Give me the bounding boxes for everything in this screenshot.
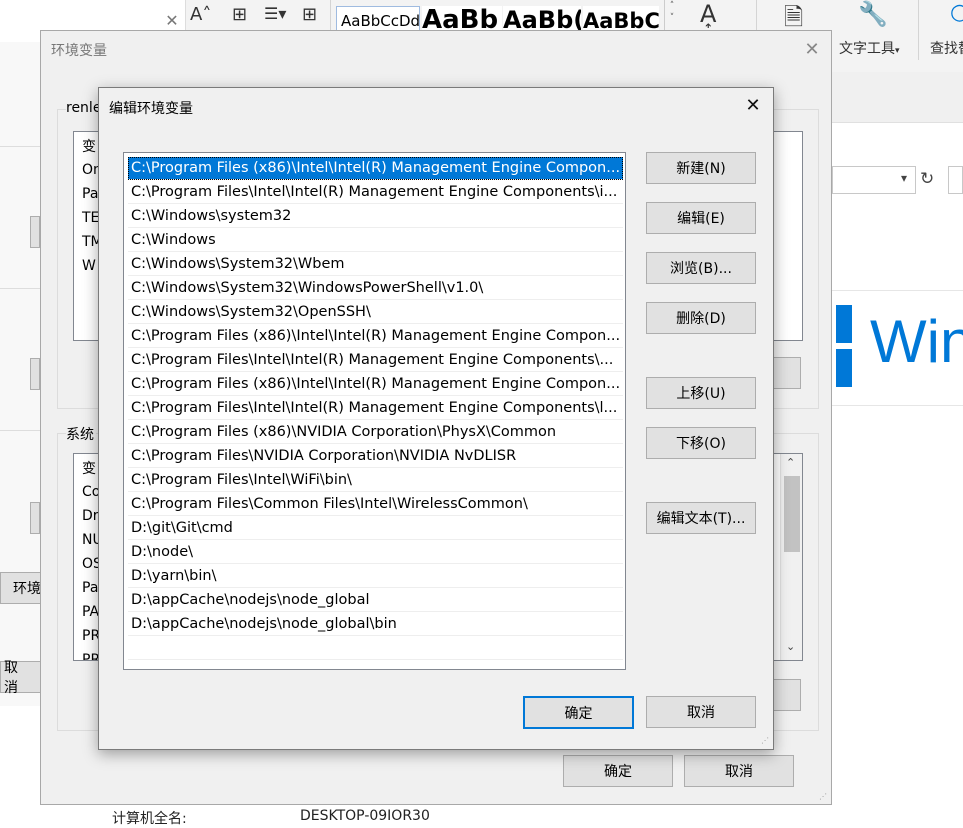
env-window-title: 环境变量 [51, 43, 107, 59]
windows-wordmark: Win [870, 308, 963, 375]
user-var-row[interactable]: Pa [82, 186, 98, 202]
ribbon-close-icon[interactable]: ✕ [163, 12, 181, 30]
path-list-empty-item[interactable] [128, 637, 623, 660]
windows-logo-area: Win [832, 290, 963, 406]
settings-search-box[interactable] [948, 166, 963, 194]
path-list-item[interactable]: C:\Windows [128, 229, 623, 252]
system-var-row[interactable]: Pa [82, 580, 98, 596]
path-list-item[interactable]: C:\Program Files\Common Files\Intel\Wire… [128, 493, 623, 516]
env-cancel-button[interactable]: 取消 [684, 755, 794, 787]
path-list-item[interactable]: D:\git\Git\cmd [128, 517, 623, 540]
path-list[interactable]: C:\Program Files (x86)\Intel\Intel(R) Ma… [123, 152, 626, 670]
user-var-row[interactable]: W [82, 258, 96, 274]
indent-icon[interactable]: ☰▾ [264, 4, 286, 23]
close-icon[interactable]: ✕ [744, 97, 762, 115]
path-list-item[interactable]: C:\Program Files\NVIDIA Corporation\NVID… [128, 445, 623, 468]
path-list-item[interactable]: C:\Program Files\Intel\WiFi\bin\ [128, 469, 623, 492]
list-icon[interactable]: ⊞ [232, 4, 247, 25]
refresh-icon[interactable]: ↻ [920, 169, 934, 189]
delete-button[interactable]: 删除(D) [646, 302, 756, 334]
wrench-icon[interactable]: 🔧 [858, 0, 888, 28]
path-list-item[interactable]: C:\Windows\System32\WindowsPowerShell\v1… [128, 277, 623, 300]
path-list-item[interactable]: D:\appCache\nodejs\node_global\bin [128, 613, 623, 636]
edit-button[interactable]: 编辑(E) [646, 202, 756, 234]
close-icon[interactable]: ✕ [803, 41, 821, 59]
path-list-item[interactable]: C:\Windows\System32\Wbem [128, 253, 623, 276]
path-list-item[interactable]: C:\Program Files\Intel\Intel(R) Manageme… [128, 397, 623, 420]
move-up-button[interactable]: 上移(U) [646, 377, 756, 409]
path-list-item[interactable]: C:\Program Files (x86)\Intel\Intel(R) Ma… [128, 157, 623, 180]
edit-text-button[interactable]: 编辑文本(T)... [646, 502, 756, 534]
font-size-icon[interactable]: A˄ [190, 4, 211, 25]
system-vars-scrollbar[interactable]: ⌃ ⌄ [780, 454, 802, 660]
environment-variables-button[interactable]: 环境 [0, 572, 44, 604]
system-variables-label: 系统 [66, 424, 96, 444]
text-tool-button[interactable]: 文字工具▾ [839, 38, 900, 58]
cancel-button[interactable]: 取消 [646, 696, 756, 728]
ribbon-divider-3 [918, 0, 919, 60]
browse-button[interactable]: 浏览(B)... [646, 252, 756, 284]
system-settings-header [832, 72, 963, 123]
edit-dialog-title: 编辑环境变量 [109, 101, 193, 117]
styles-pane-icon[interactable]: A͎ [700, 0, 716, 28]
path-list-item[interactable]: C:\Windows\system32 [128, 205, 623, 228]
path-list-item[interactable]: C:\Program Files\Intel\Intel(R) Manageme… [128, 349, 623, 372]
scroll-up-icon[interactable]: ⌃ [786, 456, 795, 469]
edit-environment-variable-dialog: 编辑环境变量 ✕ C:\Program Files (x86)\Intel\In… [98, 87, 774, 750]
find-icon[interactable]: ○ [950, 0, 963, 25]
find-replace-button[interactable]: 查找替 [930, 38, 963, 58]
path-list-item[interactable]: D:\appCache\nodejs\node_global [128, 589, 623, 612]
ok-button[interactable]: 确定 [523, 696, 634, 729]
scrollbar-thumb[interactable] [784, 476, 800, 552]
bg-cancel-button[interactable]: 取消 [0, 660, 44, 696]
path-list-item[interactable]: C:\Program Files (x86)\Intel\Intel(R) Ma… [128, 325, 623, 348]
path-list-item[interactable]: C:\Program Files (x86)\Intel\Intel(R) Ma… [128, 373, 623, 396]
computer-name-value: DESKTOP-09IOR30 [300, 808, 430, 824]
computer-name-label: 计算机全名: [112, 811, 187, 827]
system-var-row[interactable]: PA [82, 604, 99, 620]
scroll-down-icon[interactable]: ⌄ [786, 640, 795, 653]
move-down-button[interactable]: 下移(O) [646, 427, 756, 459]
path-list-item[interactable]: C:\Program Files (x86)\NVIDIA Corporatio… [128, 421, 623, 444]
path-list-item[interactable]: C:\Windows\System32\OpenSSH\ [128, 301, 623, 324]
user-vars-column-header[interactable]: 变 [82, 136, 96, 156]
user-var-row[interactable]: TE [82, 210, 99, 226]
path-list-item[interactable]: C:\Program Files\Intel\Intel(R) Manageme… [128, 181, 623, 204]
env-ok-button[interactable]: 确定 [563, 755, 673, 787]
system-var-row[interactable]: Dr [82, 508, 99, 524]
windows-logo-icon [832, 303, 874, 391]
path-list-item[interactable]: D:\yarn\bin\ [128, 565, 623, 588]
table-icon[interactable]: ⊞ [302, 4, 317, 25]
new-button[interactable]: 新建(N) [646, 152, 756, 184]
system-properties-window [0, 42, 41, 706]
resize-grip-icon[interactable]: ⋰ [761, 737, 771, 747]
chevron-down-icon: ▾ [901, 171, 908, 185]
system-vars-column-header[interactable]: 变 [82, 458, 96, 478]
address-dropdown[interactable]: ▾ [832, 166, 916, 194]
resize-grip-icon[interactable]: ⋰ [819, 793, 829, 803]
path-list-item[interactable]: D:\node\ [128, 541, 623, 564]
